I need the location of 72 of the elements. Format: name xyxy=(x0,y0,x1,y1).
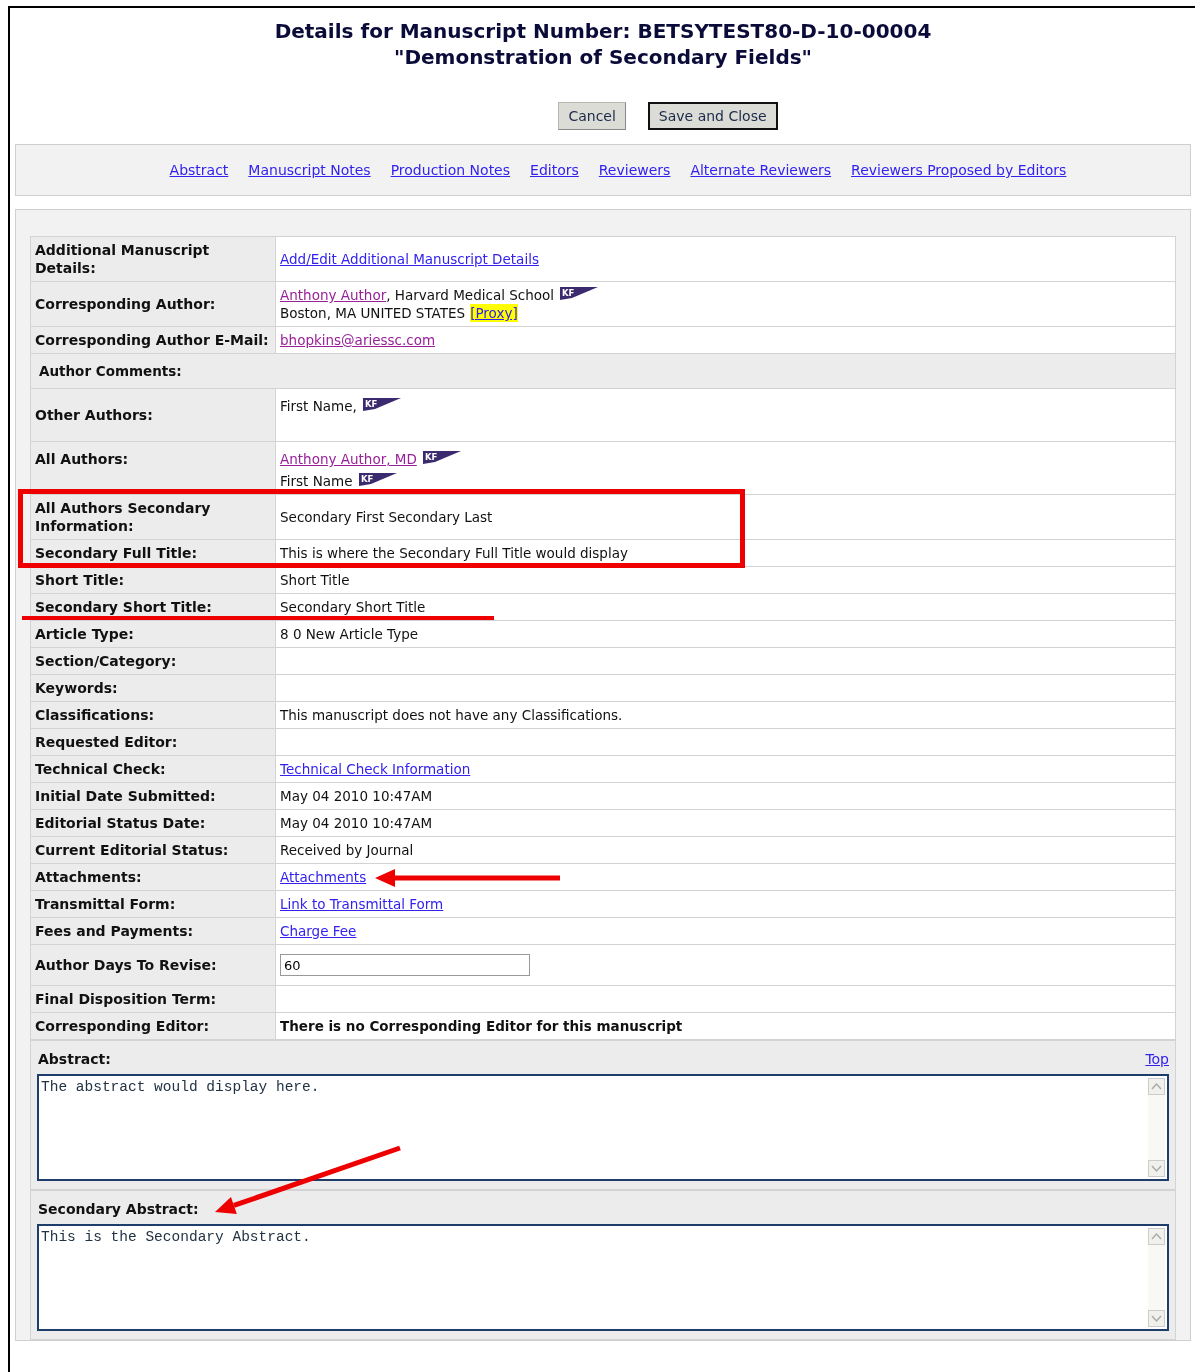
link[interactable]: Technical Check Information xyxy=(280,760,471,778)
scroll-down-icon[interactable] xyxy=(1148,1310,1165,1327)
cell-text: Secondary Short Title xyxy=(280,598,426,616)
link[interactable]: bhopkins@ariessc.com xyxy=(280,331,436,349)
cell-text: , Harvard Medical School xyxy=(386,286,554,304)
field-label: Author Days To Revise: xyxy=(30,944,276,986)
nav-link[interactable]: Reviewers xyxy=(598,162,671,178)
scrollbar[interactable] xyxy=(1148,1078,1165,1177)
link[interactable]: Anthony Author, MD xyxy=(280,450,417,468)
field-label: Technical Check: xyxy=(30,755,276,783)
section-label: Secondary Abstract: xyxy=(38,1201,199,1217)
link[interactable]: Add/Edit Additional Manuscript Details xyxy=(280,250,539,268)
save-button[interactable]: Save and Close xyxy=(647,102,778,130)
scroll-up-icon[interactable] xyxy=(1148,1078,1165,1095)
scroll-down-icon[interactable] xyxy=(1148,1160,1165,1177)
cell-text: Secondary First Secondary Last xyxy=(280,508,493,526)
cell-text: This manuscript does not have any Classifications. xyxy=(280,706,623,724)
flag-icon: KF xyxy=(362,398,401,411)
field-label: Short Title: xyxy=(30,566,276,594)
field-label: Editorial Status Date: xyxy=(30,809,276,837)
nav-link[interactable]: Reviewers Proposed by Editors xyxy=(851,162,1067,178)
field-label: Current Editorial Status: xyxy=(30,836,276,864)
section-label: Author Comments: xyxy=(30,353,1176,389)
cell-text: Received by Journal xyxy=(280,841,414,859)
nav-link[interactable]: Editors xyxy=(530,162,579,178)
page-subtitle: "Demonstration of Secondary Fields" xyxy=(393,44,812,70)
top-link[interactable]: Top xyxy=(1145,1051,1169,1067)
field-label: Section/Category: xyxy=(30,647,276,675)
flag-icon: KF xyxy=(422,451,461,464)
proxy-link[interactable]: [Proxy] xyxy=(470,304,518,322)
cell-text: First Name, xyxy=(280,397,357,415)
abstract-textarea[interactable]: This is the Secondary Abstract. xyxy=(37,1224,1169,1331)
link[interactable]: Anthony Author xyxy=(280,286,387,304)
field-label: Corresponding Author: xyxy=(30,281,276,327)
nav-link[interactable]: Abstract xyxy=(169,162,229,178)
link[interactable]: Link to Transmittal Form xyxy=(280,895,444,913)
field-label: Article Type: xyxy=(30,620,276,648)
field-label: Keywords: xyxy=(30,674,276,702)
field-label: Attachments: xyxy=(30,863,276,891)
flag-icon: KF xyxy=(560,287,598,300)
field-label: Other Authors: xyxy=(30,388,276,442)
scroll-up-icon[interactable] xyxy=(1148,1228,1165,1245)
page-title: Details for Manuscript Number: BETSYTEST80-D-10-00004 xyxy=(274,18,932,44)
field-label: Corresponding Author E-Mail: xyxy=(30,326,276,354)
cell-text: There is no Corresponding Editor for this manuscript xyxy=(280,1017,683,1035)
scrollbar[interactable] xyxy=(1148,1228,1165,1327)
flag-icon: KF xyxy=(358,473,397,486)
nav-link[interactable]: Manuscript Notes xyxy=(248,162,371,178)
field-label: All Authors Secondary Information: xyxy=(30,494,276,540)
cell-text: First Name xyxy=(280,472,353,490)
cancel-button[interactable]: Cancel xyxy=(558,102,626,130)
days-input[interactable]: 60 xyxy=(280,954,530,976)
nav-link[interactable]: Alternate Reviewers xyxy=(690,162,832,178)
cell-text: This is where the Secondary Full Title would display xyxy=(280,544,628,562)
cell-text: Boston, MA UNITED STATES xyxy=(280,304,466,322)
cell-text: May 04 2010 10:47AM xyxy=(280,787,433,805)
link[interactable]: Attachments xyxy=(280,868,367,886)
field-label: Initial Date Submitted: xyxy=(30,782,276,810)
field-label: Additional Manuscript Details: xyxy=(30,236,276,282)
field-label: Fees and Payments: xyxy=(30,917,276,945)
field-label: Transmittal Form: xyxy=(30,890,276,918)
abstract-textarea[interactable]: The abstract would display here. xyxy=(37,1074,1169,1181)
cell-text: Short Title xyxy=(280,571,350,589)
nav-link[interactable]: Production Notes xyxy=(390,162,511,178)
field-label: Requested Editor: xyxy=(30,728,276,756)
link[interactable]: Charge Fee xyxy=(280,922,357,940)
field-label: Corresponding Editor: xyxy=(30,1012,276,1040)
field-label: Classifications: xyxy=(30,701,276,729)
section-label: Abstract: xyxy=(38,1051,111,1067)
field-label: Final Disposition Term: xyxy=(30,985,276,1013)
cell-text: May 04 2010 10:47AM xyxy=(280,814,433,832)
cell-text: 8 0 New Article Type xyxy=(280,625,419,643)
